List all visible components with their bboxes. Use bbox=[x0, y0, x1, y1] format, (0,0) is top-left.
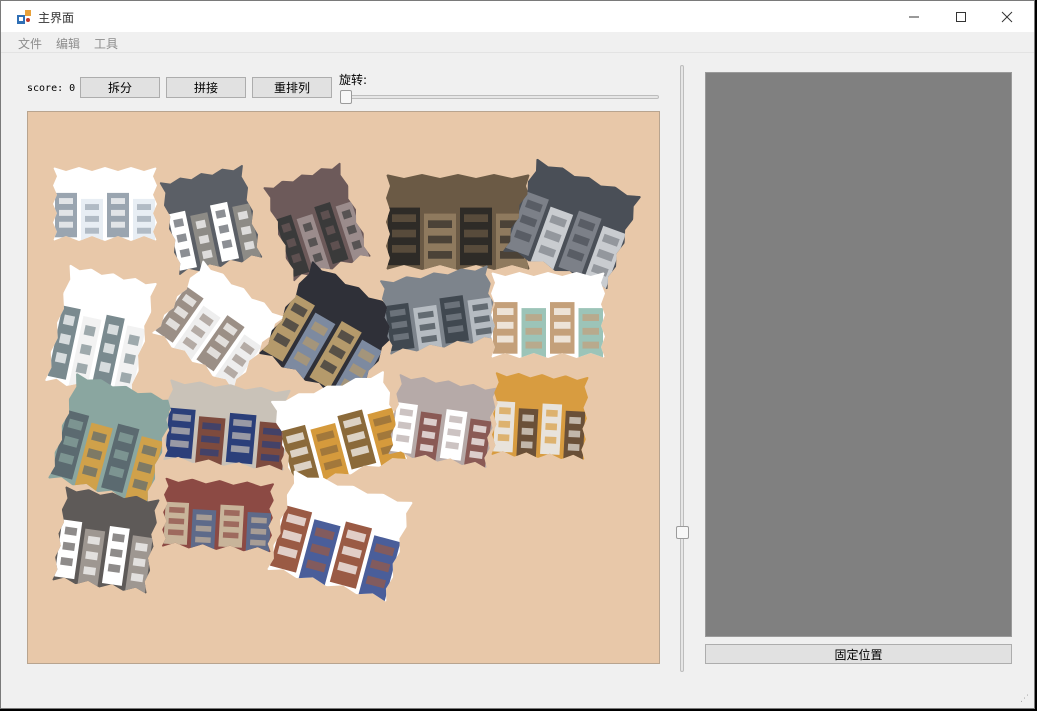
title-bar[interactable]: 主界面 bbox=[1, 1, 1034, 32]
maximize-button[interactable] bbox=[938, 1, 984, 32]
piece-building-grey[interactable] bbox=[379, 264, 499, 356]
preview-panel bbox=[705, 72, 1012, 637]
score-label: score: 0 bbox=[27, 83, 76, 94]
piece-facade-blue[interactable] bbox=[266, 469, 414, 603]
maximize-icon bbox=[956, 11, 966, 22]
close-button[interactable] bbox=[984, 1, 1030, 32]
resize-grip-icon[interactable]: ⋰ bbox=[1020, 694, 1030, 704]
piece-sky-1[interactable] bbox=[53, 167, 157, 241]
piece-people-square[interactable] bbox=[387, 373, 499, 469]
piece-facade-yellow-2[interactable] bbox=[270, 370, 408, 490]
piece-facade-red[interactable] bbox=[161, 477, 275, 553]
menu-bar: 文件 编辑 工具 bbox=[1, 32, 1034, 53]
close-icon bbox=[1001, 11, 1013, 22]
piece-arches[interactable] bbox=[51, 485, 161, 595]
menu-tools[interactable]: 工具 bbox=[94, 35, 118, 52]
menu-file[interactable]: 文件 bbox=[18, 35, 42, 52]
split-button[interactable]: 拆分 bbox=[80, 77, 160, 98]
minimize-icon bbox=[909, 16, 919, 17]
rotate-label: 旋转: bbox=[339, 73, 368, 87]
fix-position-button[interactable]: 固定位置 bbox=[705, 644, 1012, 664]
piece-market-stall[interactable] bbox=[162, 378, 292, 472]
main-window: 主界面 文件 编辑 工具 score: 0 拆分 拼接 重排列 旋转: 固定位置… bbox=[0, 0, 1035, 709]
vertical-slider[interactable] bbox=[680, 65, 684, 672]
menu-edit[interactable]: 编辑 bbox=[56, 35, 80, 52]
stitch-button[interactable]: 拼接 bbox=[166, 77, 246, 98]
window-title: 主界面 bbox=[38, 11, 75, 25]
minimize-button[interactable] bbox=[891, 1, 937, 32]
rotate-slider-handle[interactable] bbox=[340, 90, 352, 104]
piece-facade-green[interactable] bbox=[491, 272, 605, 358]
piece-sky-3[interactable] bbox=[151, 259, 285, 391]
app-icon bbox=[17, 10, 31, 24]
piece-building-dark-1[interactable] bbox=[158, 164, 264, 276]
piece-facade-yellow-3[interactable] bbox=[490, 371, 590, 461]
rearrange-button[interactable]: 重排列 bbox=[252, 77, 332, 98]
puzzle-canvas[interactable] bbox=[27, 111, 660, 664]
vertical-slider-handle[interactable] bbox=[676, 526, 689, 539]
rotate-slider[interactable] bbox=[341, 95, 659, 99]
piece-building-brick[interactable] bbox=[386, 174, 530, 270]
